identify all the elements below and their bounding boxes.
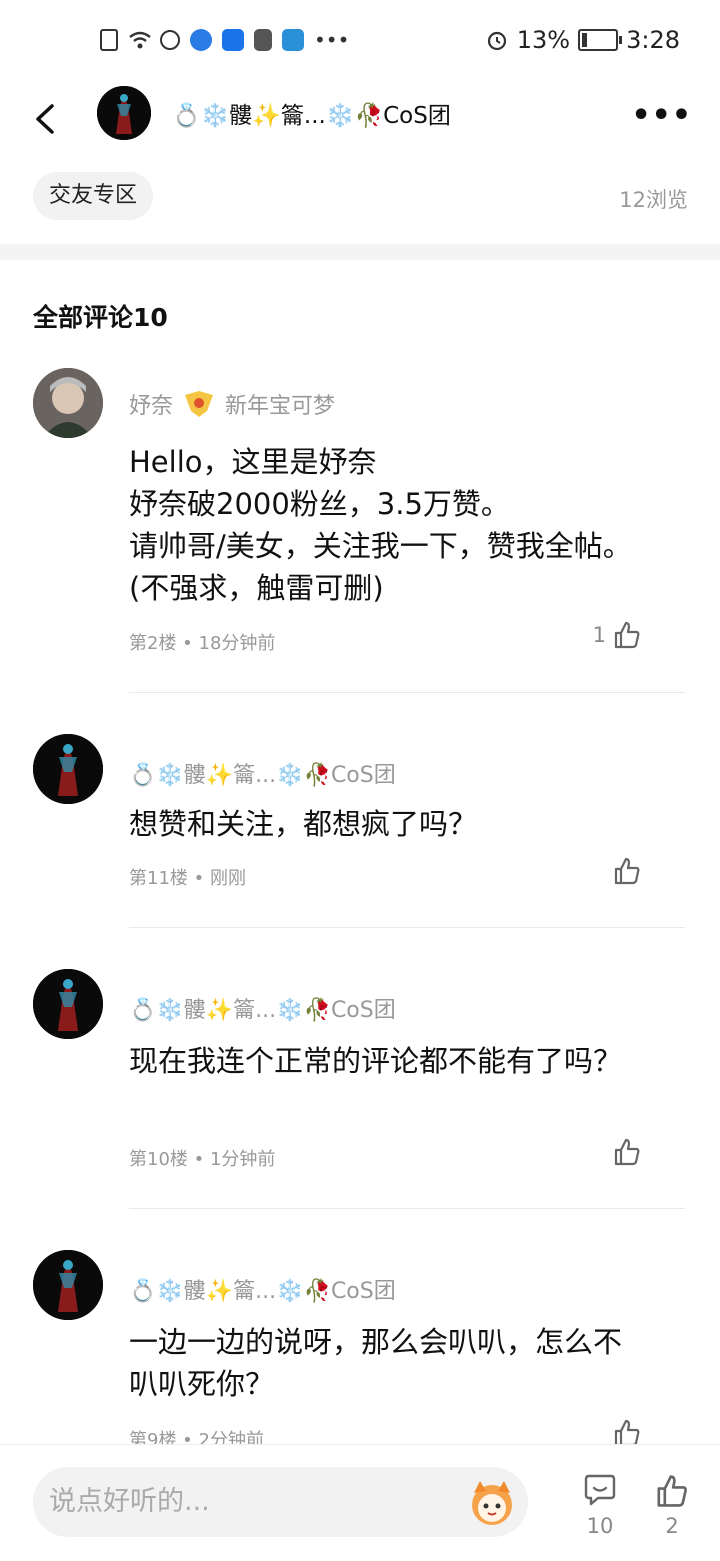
medal-badge-icon: [185, 391, 214, 417]
section-separator: [0, 244, 720, 260]
chat-bubble-icon: [584, 1474, 616, 1506]
comment-meta: 第10楼 • 1分钟前: [129, 1149, 276, 1170]
author-name[interactable]: 💍❄️髏✨籥...❄️🥀CoS团: [172, 96, 451, 130]
commenter-avatar[interactable]: [33, 1250, 103, 1320]
status-right: 13% 3:28: [485, 26, 680, 54]
like-post-button[interactable]: 2: [647, 1473, 697, 1538]
commenter-name-row: 💍❄️髏✨籥...❄️🥀CoS团: [129, 992, 396, 1024]
emoji-mascot-icon[interactable]: [464, 1475, 520, 1531]
comment-text: 一边一边的说呀，那么会叭叭，怎么不叭叭死你？: [129, 1325, 623, 1401]
comment-divider: [129, 692, 685, 693]
badge-name: 新年宝可梦: [225, 394, 336, 419]
wifi-icon: [128, 29, 151, 51]
thumbs-up-icon: [657, 1475, 687, 1507]
more-menu-icon[interactable]: •••: [631, 98, 692, 133]
comment-count: 10: [586, 1514, 614, 1538]
comment-like[interactable]: [606, 856, 642, 886]
comment-like[interactable]: 1: [593, 620, 642, 650]
clock-time: 3:28: [626, 26, 680, 54]
commenter-name[interactable]: 💍❄️髏✨籥...❄️🥀CoS团: [129, 1273, 396, 1305]
comment-input-placeholder: 说点好听的...: [49, 1486, 210, 1517]
battery-percent: 13%: [516, 26, 571, 54]
commenter-name-row: 💍❄️髏✨籥...❄️🥀CoS团: [129, 757, 396, 789]
status-bar: ••• 13% 3:28: [0, 0, 720, 84]
app-blue-icon: [190, 29, 212, 51]
app-bin-icon: [254, 29, 272, 51]
comment-like[interactable]: [606, 1137, 642, 1167]
comment-text: 现在我连个正常的评论都不能有了吗？: [129, 1044, 623, 1078]
author-avatar[interactable]: [97, 86, 151, 140]
hotspot-icon: [160, 30, 180, 50]
more-status-icon: •••: [314, 28, 350, 52]
alarm-icon: [487, 31, 506, 51]
post-like-count: 2: [665, 1514, 679, 1538]
comment-meta: 第11楼 • 刚刚: [129, 868, 246, 889]
app-cloud-icon: [282, 29, 304, 51]
comment-divider: [129, 1208, 685, 1209]
comment-divider: [129, 927, 685, 928]
topic-tag[interactable]: 交友专区: [33, 172, 154, 220]
battery-icon: [578, 29, 623, 51]
view-count: 12浏览: [619, 188, 688, 212]
comment-meta: 第2楼 • 18分钟前: [129, 633, 276, 654]
like-count: 1: [592, 623, 606, 647]
top-nav: 💍❄️髏✨籥...❄️🥀CoS团 •••: [0, 84, 720, 154]
comment-text: Hello，这里是妤奈 妤奈破2000粉丝，3.5万赞。 请帅哥/美女，关注我一…: [129, 445, 632, 605]
comment-input[interactable]: 说点好听的...: [33, 1467, 528, 1537]
commenter-avatar[interactable]: [33, 969, 103, 1039]
status-icons: •••: [100, 28, 349, 52]
back-arrow-icon[interactable]: [30, 102, 64, 136]
comments-section-title: 全部评论10: [33, 303, 168, 332]
thumbs-up-icon: [614, 1138, 640, 1166]
commenter-name-row: 妤奈 新年宝可梦: [129, 388, 335, 420]
commenter-name[interactable]: 妤奈: [129, 388, 173, 420]
commenter-avatar[interactable]: [33, 368, 103, 438]
comment-text: 想赞和关注，都想疯了吗？: [129, 807, 478, 841]
thumbs-up-icon: [614, 621, 640, 649]
sim-icon: [100, 29, 118, 51]
comment-count-button[interactable]: 10: [575, 1473, 625, 1538]
bottom-bar: 说点好听的... 10 2: [0, 1444, 720, 1561]
commenter-name-row: 💍❄️髏✨籥...❄️🥀CoS团: [129, 1273, 396, 1305]
thumbs-up-icon: [614, 857, 640, 885]
commenter-name[interactable]: 💍❄️髏✨籥...❄️🥀CoS团: [129, 757, 396, 789]
commenter-name[interactable]: 💍❄️髏✨籥...❄️🥀CoS团: [129, 992, 396, 1024]
app-bulb-icon: [222, 29, 244, 51]
commenter-avatar[interactable]: [33, 734, 103, 804]
